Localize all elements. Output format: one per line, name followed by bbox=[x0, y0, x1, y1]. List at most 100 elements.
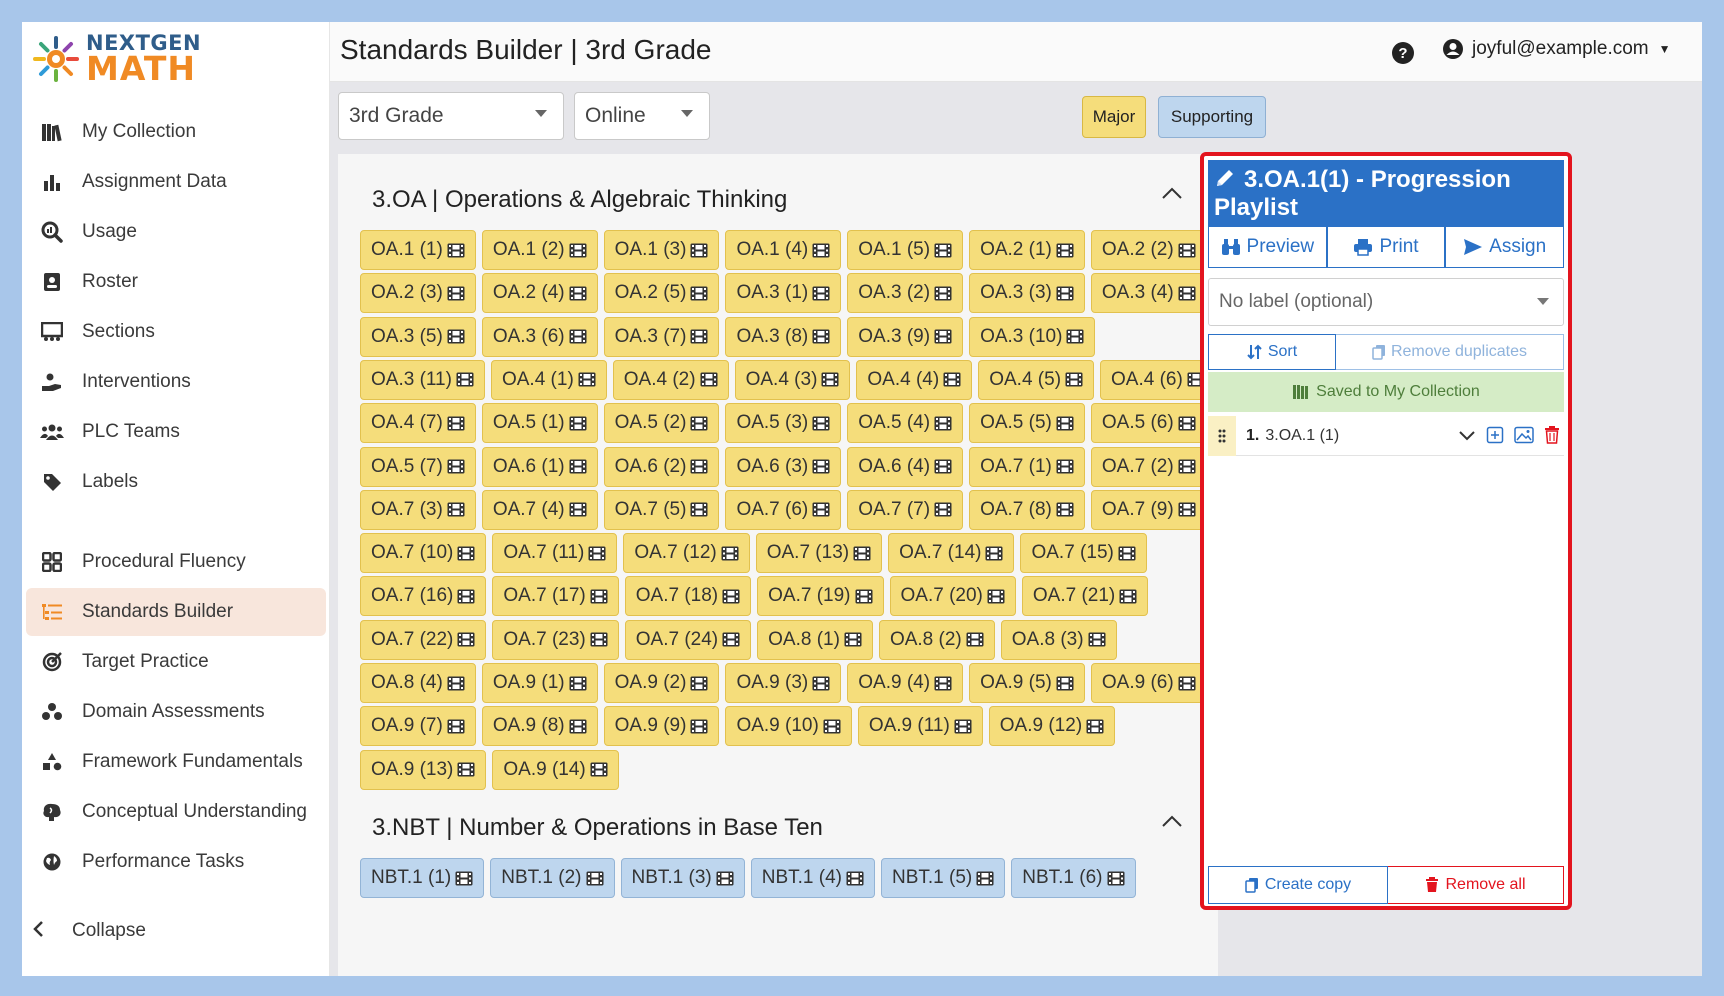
standard-chip[interactable]: NBT.1 (3) bbox=[620, 858, 745, 898]
standard-chip[interactable]: NBT.1 (1) bbox=[360, 858, 485, 898]
standard-chip[interactable]: OA.7 (10) bbox=[360, 533, 487, 574]
standard-chip[interactable]: OA.6 (4) bbox=[847, 446, 964, 487]
image-icon[interactable] bbox=[1514, 426, 1534, 444]
standard-chip[interactable]: OA.9 (1) bbox=[481, 663, 598, 703]
trash-icon[interactable] bbox=[1544, 426, 1560, 444]
standard-chip[interactable]: OA.9 (9) bbox=[603, 706, 720, 747]
standard-chip[interactable]: OA.9 (4) bbox=[847, 663, 964, 703]
standard-chip[interactable]: OA.9 (11) bbox=[857, 706, 983, 747]
standard-chip[interactable]: OA.9 (12) bbox=[988, 706, 1116, 747]
sidebar-item-roster[interactable]: Roster bbox=[26, 258, 326, 306]
standard-chip[interactable]: OA.7 (18) bbox=[624, 576, 752, 617]
sidebar-item-target-practice[interactable]: Target Practice bbox=[26, 638, 326, 686]
standard-chip[interactable]: OA.5 (7) bbox=[360, 446, 476, 487]
standard-chip[interactable]: OA.7 (8) bbox=[969, 489, 1085, 530]
standard-chip[interactable]: OA.2 (3) bbox=[360, 273, 476, 314]
standard-chip[interactable]: OA.9 (13) bbox=[360, 749, 487, 790]
sidebar-item-procedural-fluency[interactable]: Procedural Fluency bbox=[26, 538, 326, 586]
standard-chip[interactable]: OA.7 (20) bbox=[889, 576, 1016, 617]
standard-chip[interactable]: OA.9 (6) bbox=[1090, 663, 1207, 703]
standard-chip[interactable]: OA.8 (3) bbox=[1000, 619, 1117, 660]
sidebar-item-plc-teams[interactable]: PLC Teams bbox=[26, 408, 326, 456]
standard-chip[interactable]: OA.7 (5) bbox=[603, 489, 720, 530]
standard-chip[interactable]: NBT.1 (5) bbox=[881, 858, 1006, 898]
standard-chip[interactable]: OA.6 (1) bbox=[481, 446, 598, 487]
standard-chip[interactable]: OA.7 (6) bbox=[725, 489, 842, 530]
standard-chip[interactable]: OA.7 (9) bbox=[1090, 489, 1207, 530]
standard-chip[interactable]: NBT.1 (4) bbox=[750, 858, 875, 898]
standard-chip[interactable]: OA.9 (7) bbox=[360, 706, 476, 747]
standard-chip[interactable]: OA.7 (16) bbox=[360, 576, 487, 617]
standard-chip[interactable]: OA.7 (17) bbox=[492, 576, 619, 617]
sidebar-item-performance-tasks[interactable]: Performance Tasks bbox=[26, 838, 326, 886]
standard-chip[interactable]: OA.1 (4) bbox=[725, 230, 842, 270]
user-menu[interactable]: joyful@example.com ▼ bbox=[1442, 38, 1671, 60]
chevron-up-icon[interactable] bbox=[1160, 182, 1184, 206]
standard-chip[interactable]: OA.6 (2) bbox=[603, 446, 720, 487]
sidebar-item-sections[interactable]: Sections bbox=[26, 308, 326, 356]
standard-chip[interactable]: OA.8 (2) bbox=[878, 619, 995, 660]
standard-chip[interactable]: OA.9 (8) bbox=[481, 706, 598, 747]
standard-chip[interactable]: OA.9 (2) bbox=[603, 663, 720, 703]
standard-chip[interactable]: OA.5 (2) bbox=[603, 403, 720, 444]
sidebar-item-usage[interactable]: Usage bbox=[26, 208, 326, 256]
standard-chip[interactable]: OA.7 (23) bbox=[492, 619, 619, 660]
standard-chip[interactable]: OA.7 (13) bbox=[755, 533, 883, 574]
standard-chip[interactable]: OA.2 (1) bbox=[969, 230, 1085, 270]
standard-chip[interactable]: NBT.1 (6) bbox=[1011, 858, 1136, 898]
logo[interactable]: NEXTGEN MATH bbox=[32, 26, 201, 92]
standard-chip[interactable]: OA.7 (24) bbox=[624, 619, 752, 660]
standard-chip[interactable]: OA.1 (2) bbox=[481, 230, 598, 270]
standard-chip[interactable]: OA.2 (2) bbox=[1090, 230, 1207, 270]
standard-chip[interactable]: OA.2 (4) bbox=[481, 273, 598, 314]
standard-chip[interactable]: OA.4 (7) bbox=[360, 403, 476, 444]
sidebar-item-framework-fundamentals[interactable]: Framework Fundamentals bbox=[26, 738, 326, 786]
standard-chip[interactable]: OA.3 (10) bbox=[969, 316, 1096, 357]
standard-chip[interactable]: OA.3 (8) bbox=[725, 316, 842, 357]
sort-button[interactable]: Sort bbox=[1208, 334, 1336, 370]
drag-handle-icon[interactable] bbox=[1208, 415, 1236, 456]
remove-duplicates-button[interactable]: Remove duplicates bbox=[1336, 334, 1564, 370]
plus-square-icon[interactable] bbox=[1486, 426, 1504, 444]
help-icon[interactable]: ? bbox=[1392, 42, 1414, 64]
standard-chip[interactable]: OA.3 (3) bbox=[969, 273, 1085, 314]
create-copy-button[interactable]: Create copy bbox=[1208, 866, 1388, 904]
standard-chip[interactable]: OA.2 (5) bbox=[603, 273, 720, 314]
sidebar-item-standards-builder[interactable]: Standards Builder bbox=[26, 588, 326, 636]
standard-chip[interactable]: OA.7 (3) bbox=[360, 489, 476, 530]
label-select[interactable]: No label (optional) bbox=[1208, 278, 1564, 326]
standard-chip[interactable]: OA.1 (5) bbox=[847, 230, 964, 270]
sidebar-item-my-collection[interactable]: My Collection bbox=[26, 108, 326, 156]
standard-chip[interactable]: OA.3 (2) bbox=[847, 273, 964, 314]
standard-chip[interactable]: OA.9 (3) bbox=[725, 663, 842, 703]
standard-chip[interactable]: OA.5 (6) bbox=[1090, 403, 1207, 444]
standard-chip[interactable]: OA.7 (14) bbox=[888, 533, 1015, 574]
standard-chip[interactable]: OA.4 (5) bbox=[978, 359, 1095, 400]
assign-button[interactable]: Assign bbox=[1445, 226, 1565, 268]
standard-chip[interactable]: OA.1 (3) bbox=[603, 230, 720, 270]
standard-chip[interactable]: OA.7 (15) bbox=[1020, 533, 1147, 574]
standard-chip[interactable]: OA.7 (1) bbox=[969, 446, 1085, 487]
standard-chip[interactable]: OA.4 (2) bbox=[612, 359, 729, 400]
pencil-icon[interactable] bbox=[1214, 167, 1236, 189]
standard-chip[interactable]: OA.7 (2) bbox=[1090, 446, 1207, 487]
standard-chip[interactable]: OA.3 (1) bbox=[725, 273, 842, 314]
chevron-down-icon[interactable] bbox=[1458, 426, 1476, 444]
standard-chip[interactable]: OA.7 (12) bbox=[623, 533, 750, 574]
standard-chip[interactable]: OA.4 (6) bbox=[1100, 359, 1216, 400]
standard-chip[interactable]: OA.7 (7) bbox=[847, 489, 964, 530]
standard-chip[interactable]: OA.3 (11) bbox=[360, 359, 485, 400]
standard-chip[interactable]: OA.9 (14) bbox=[492, 749, 619, 790]
sidebar-item-assignment-data[interactable]: Assignment Data bbox=[26, 158, 326, 206]
standard-chip[interactable]: OA.3 (4) bbox=[1090, 273, 1207, 314]
chevron-up-icon[interactable] bbox=[1160, 810, 1184, 834]
standard-chip[interactable]: OA.7 (22) bbox=[360, 619, 487, 660]
standard-chip[interactable]: OA.3 (9) bbox=[847, 316, 964, 357]
standard-chip[interactable]: OA.4 (4) bbox=[856, 359, 973, 400]
standard-chip[interactable]: OA.7 (11) bbox=[492, 533, 618, 574]
standard-chip[interactable]: OA.9 (10) bbox=[725, 706, 852, 747]
playlist-item[interactable]: 1. 3.OA.1 (1) bbox=[1208, 415, 1564, 456]
standard-chip[interactable]: OA.3 (6) bbox=[481, 316, 598, 357]
standard-chip[interactable]: OA.5 (4) bbox=[847, 403, 964, 444]
sidebar-item-domain-assessments[interactable]: Domain Assessments bbox=[26, 688, 326, 736]
